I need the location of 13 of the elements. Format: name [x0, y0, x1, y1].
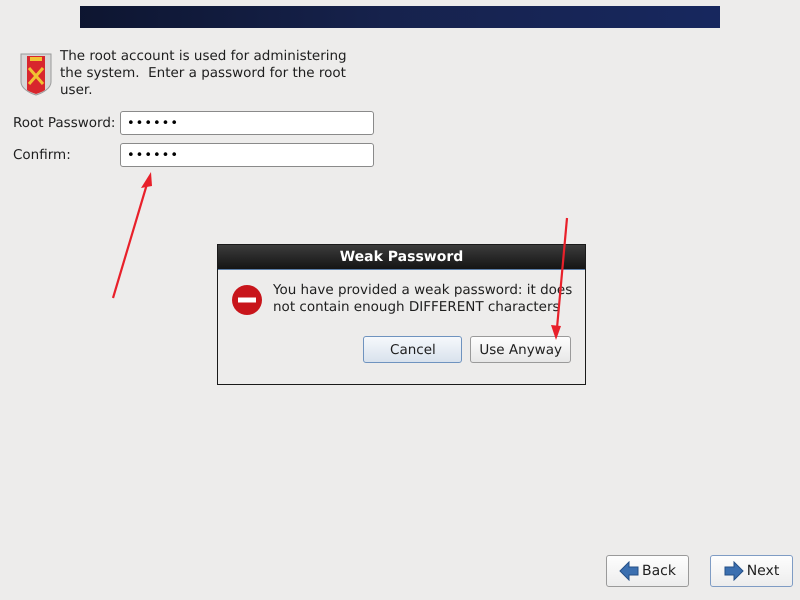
field-label: Root Password: [13, 115, 116, 131]
dialog-button[interactable]: Use Anyway [470, 336, 571, 363]
arrow-left-icon [619, 561, 639, 581]
arrow-right-icon [724, 561, 744, 581]
dialog-title: Weak Password [218, 245, 585, 270]
intro-text: The root account is used for administering the system. Enter a password for the root user. [60, 48, 348, 99]
field-label: Confirm: [13, 147, 72, 163]
next-button[interactable]: Next [710, 555, 793, 587]
password-field[interactable]: •••••• [120, 143, 374, 167]
error-icon [231, 284, 263, 316]
dialog-button[interactable]: Cancel [363, 336, 462, 363]
password-field[interactable]: •••••• [120, 111, 374, 135]
back-button[interactable]: Back [606, 555, 689, 587]
